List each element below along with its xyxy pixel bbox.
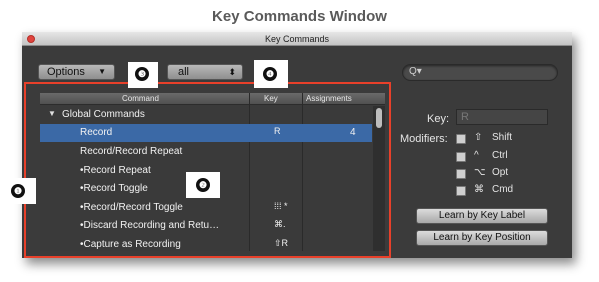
ctrl-checkbox[interactable] (456, 152, 466, 162)
column-key[interactable]: Key (264, 94, 278, 103)
disclosure-triangle-icon[interactable]: ▼ (48, 109, 56, 118)
chevron-down-icon: ▼ (98, 67, 106, 76)
key-field-value: R (461, 111, 469, 123)
command-cell: •Record/Record Toggle (80, 202, 183, 213)
close-button[interactable] (27, 35, 35, 43)
column-assignments[interactable]: Assignments (306, 94, 352, 103)
key-cell: ⁞⁞⁞ * (274, 201, 288, 211)
table-row[interactable]: Record R 4 (40, 124, 372, 142)
command-cell: •Discard Recording and Retu… (80, 220, 220, 231)
table-row[interactable]: •Discard Recording and Retu… ⌘. (40, 217, 372, 235)
command-cell: Record (80, 127, 113, 138)
options-menu-button[interactable]: Options ▼ (38, 64, 115, 80)
callout-2-icon: ❷ (196, 178, 210, 192)
assignments-cell: 4 (350, 127, 356, 138)
learn-by-key-label-button[interactable]: Learn by Key Label (416, 208, 548, 224)
modifier-name: Cmd (492, 184, 514, 195)
window-title: Key Commands (264, 34, 330, 44)
modifier-name: Ctrl (492, 150, 508, 161)
key-cell: ⌘. (274, 219, 286, 229)
shift-checkbox[interactable] (456, 134, 466, 144)
updown-arrows-icon: ⬍ (228, 67, 236, 77)
command-icon: ⌘ (474, 184, 484, 195)
document-title: Key Commands Window (212, 8, 387, 25)
modifier-name: Opt (492, 167, 509, 178)
modifiers-label: Modifiers: (400, 133, 448, 145)
command-cell: Record/Record Repeat (80, 146, 183, 157)
callout-1-icon: ❶ (11, 184, 25, 198)
key-field[interactable]: R (456, 109, 548, 125)
scrollbar-thumb[interactable] (376, 108, 382, 128)
search-icon: Q▾ (409, 66, 422, 77)
window-titlebar: Key Commands (22, 32, 572, 46)
shift-icon: ⇧ (474, 132, 483, 143)
command-cell: •Record Toggle (80, 183, 148, 194)
command-cell: •Capture as Recording (80, 239, 181, 250)
table-row[interactable]: •Record/Record Toggle ⁞⁞⁞ * (40, 199, 372, 217)
command-cell: •Record Repeat (80, 165, 151, 176)
callout-4-icon: ❹ (263, 67, 277, 81)
learn-by-key-position-button[interactable]: Learn by Key Position (416, 230, 548, 246)
options-label: Options (47, 66, 85, 78)
callout-3-icon: ❸ (135, 67, 149, 81)
option-icon: ⌥ (474, 167, 486, 178)
control-icon: ^ (474, 150, 479, 161)
key-commands-window: Key Commands Options ▼ : all ⬍ Q▾ Comman… (22, 32, 572, 258)
command-cell: Global Commands (62, 109, 145, 120)
table-row[interactable]: •Capture as Recording ⇧R (40, 236, 372, 251)
search-field[interactable]: Q▾ (402, 64, 558, 81)
filter-select[interactable]: all ⬍ (167, 64, 243, 80)
filter-value: all (178, 66, 190, 78)
table-row[interactable]: Record/Record Repeat (40, 143, 372, 161)
list-scrollbar[interactable] (373, 106, 385, 251)
opt-checkbox[interactable] (456, 169, 466, 179)
key-cell: ⇧R (274, 238, 289, 248)
key-cell: R (274, 126, 281, 136)
modifier-name: Shift (492, 132, 513, 143)
cmd-checkbox[interactable] (456, 186, 466, 196)
column-command[interactable]: Command (122, 94, 159, 103)
list-header: Command Key Assignments (40, 93, 385, 105)
list-section-global-commands[interactable]: ▼ Global Commands (40, 106, 372, 124)
key-label: Key: (427, 113, 450, 125)
